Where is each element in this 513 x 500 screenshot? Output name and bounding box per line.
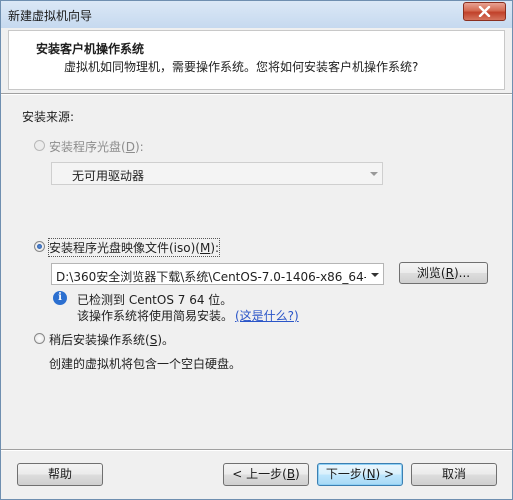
easy-install-message: 该操作系统将使用简易安装。 xyxy=(77,309,234,323)
cancel-button[interactable]: 取消 xyxy=(411,463,497,486)
browse-button[interactable]: 浏览(R)... xyxy=(399,262,488,284)
what-is-this-link[interactable]: (这是什么?) xyxy=(235,307,299,324)
wizard-header: 安装客户机操作系统 虚拟机如同物理机，需要操作系统。您将如何安装客户机操作系统? xyxy=(8,30,505,90)
install-later-label: 稍后安装操作系统(S)。 xyxy=(49,333,174,347)
help-button[interactable]: 帮助 xyxy=(17,463,103,486)
chevron-down-icon xyxy=(371,273,379,277)
install-later-desc: 创建的虚拟机将包含一个空白硬盘。 xyxy=(49,357,242,371)
iso-option-label: 安装程序光盘映像文件(iso)(M): xyxy=(47,238,221,257)
iso-radio[interactable] xyxy=(34,241,45,252)
detect-message: 已检测到 CentOS 7 64 位。 xyxy=(77,293,233,307)
source-label: 安装来源: xyxy=(22,110,75,124)
next-button[interactable]: 下一步(N) > xyxy=(317,463,403,486)
info-icon: i xyxy=(53,291,67,305)
close-icon xyxy=(478,6,491,17)
title-bar: 新建虚拟机向导 xyxy=(1,1,512,28)
chevron-down-icon xyxy=(370,172,378,176)
header-divider xyxy=(1,93,512,95)
wizard-window: 新建虚拟机向导 安装客户机操作系统 虚拟机如同物理机，需要操作系统。您将如何安装… xyxy=(0,0,513,500)
iso-path-combobox[interactable]: D:\360安全浏览器下载\系统\CentOS-7.0-1406-x86_64-… xyxy=(51,263,384,285)
page-title: 安装客户机操作系统 xyxy=(36,42,145,56)
install-later-radio[interactable] xyxy=(34,333,45,344)
page-subtitle: 虚拟机如同物理机，需要操作系统。您将如何安装客户机操作系统? xyxy=(64,60,419,74)
disc-option-label: 安装程序光盘(D): xyxy=(49,140,144,154)
window-title: 新建虚拟机向导 xyxy=(8,9,93,23)
disc-radio[interactable] xyxy=(34,140,45,151)
close-button[interactable] xyxy=(463,2,506,21)
footer-divider xyxy=(1,449,512,451)
iso-path-value: D:\360安全浏览器下载\系统\CentOS-7.0-1406-x86_64-… xyxy=(56,270,366,284)
back-button[interactable]: < 上一步(B) xyxy=(223,463,309,486)
disc-drive-value: 无可用驱动器 xyxy=(72,169,145,183)
disc-drive-select[interactable]: 无可用驱动器 xyxy=(51,162,383,185)
